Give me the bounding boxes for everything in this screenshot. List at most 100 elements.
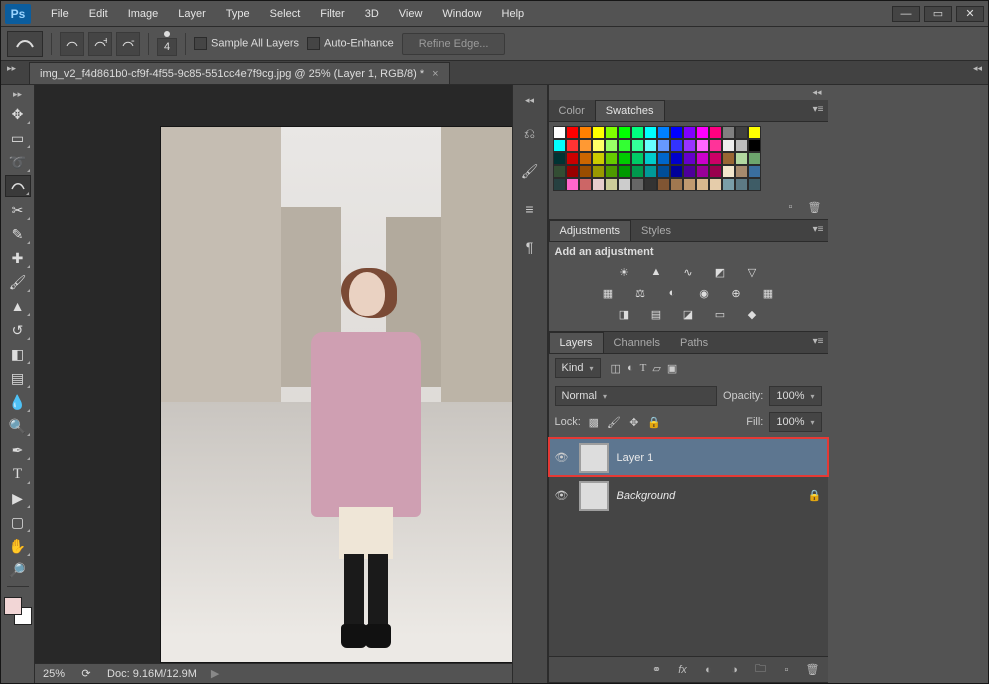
swatch[interactable] (657, 126, 670, 139)
swatch[interactable] (683, 152, 696, 165)
swatch[interactable] (657, 139, 670, 152)
visibility-toggle-icon[interactable]: 👁 (555, 451, 571, 464)
swatch[interactable] (579, 165, 592, 178)
swatch[interactable] (657, 165, 670, 178)
selective-color-icon[interactable]: ◆ (743, 308, 761, 321)
new-layer-icon[interactable]: ▫ (780, 664, 794, 676)
color-lookup-icon[interactable]: ▦ (759, 287, 777, 300)
layer-mask-icon[interactable]: ◐ (702, 664, 716, 676)
document-canvas[interactable] (161, 127, 512, 662)
opacity-field[interactable]: 100%▾ (769, 386, 821, 406)
layer-name[interactable]: Layer 1 (617, 452, 654, 464)
swatch[interactable] (683, 126, 696, 139)
swatch[interactable] (748, 165, 761, 178)
hand-tool[interactable]: ✋ (5, 535, 31, 557)
tab-channels[interactable]: Channels (604, 333, 670, 353)
filter-shape-icon[interactable]: ▱ (652, 362, 660, 375)
collapse-left-icon[interactable]: ▸▸ (7, 63, 16, 74)
tab-adjustments[interactable]: Adjustments (549, 220, 632, 241)
swatch[interactable] (709, 178, 722, 191)
swatch[interactable] (735, 139, 748, 152)
swatch[interactable] (722, 139, 735, 152)
swatch[interactable] (670, 139, 683, 152)
channel-mixer-icon[interactable]: ⊕ (727, 287, 745, 300)
tab-paths[interactable]: Paths (670, 333, 718, 353)
swatch[interactable] (579, 139, 592, 152)
quick-selection-tool[interactable] (5, 175, 31, 197)
black-white-icon[interactable]: ◐ (663, 287, 681, 300)
swatch[interactable] (696, 165, 709, 178)
swatch[interactable] (553, 139, 566, 152)
brush-panel-icon[interactable]: 🖌 (519, 160, 541, 182)
swatch[interactable] (592, 165, 605, 178)
foreground-background-colors[interactable] (4, 597, 32, 625)
filter-smart-icon[interactable]: ▣ (667, 362, 677, 375)
swatch[interactable] (579, 152, 592, 165)
tab-color[interactable]: Color (549, 101, 595, 121)
swatch[interactable] (696, 139, 709, 152)
swatch[interactable] (553, 126, 566, 139)
brush-presets-panel-icon[interactable]: ≡ (519, 198, 541, 220)
delete-layer-icon[interactable]: 🗑 (806, 663, 820, 676)
pen-tool[interactable]: ✒ (5, 439, 31, 461)
swatch[interactable] (644, 165, 657, 178)
dock-collapse-icon[interactable]: ◂◂ (525, 95, 534, 106)
paragraph-panel-icon[interactable]: ¶ (519, 236, 541, 258)
zoom-level[interactable]: 25% (43, 668, 65, 680)
zoom-tool[interactable]: 🔎 (5, 559, 31, 581)
swatch[interactable] (735, 152, 748, 165)
healing-brush-tool[interactable]: ✚ (5, 247, 31, 269)
filter-adjustment-icon[interactable]: ◐ (627, 362, 634, 375)
swatch[interactable] (748, 152, 761, 165)
new-fill-adjustment-icon[interactable]: ◑ (728, 664, 742, 676)
vibrance-icon[interactable]: ▽ (743, 266, 761, 279)
lasso-tool[interactable]: ➰ (5, 151, 31, 173)
swatch[interactable] (631, 139, 644, 152)
new-group-icon[interactable]: 🗀 (754, 660, 768, 679)
menu-edit[interactable]: Edit (79, 4, 118, 24)
auto-enhance-checkbox[interactable]: Auto-Enhance (307, 37, 394, 50)
panel-menu-icon[interactable]: ▾≡ (813, 104, 824, 115)
menu-help[interactable]: Help (492, 4, 535, 24)
menu-select[interactable]: Select (260, 4, 311, 24)
swatch[interactable] (631, 152, 644, 165)
swatch[interactable] (657, 152, 670, 165)
swatch[interactable] (644, 126, 657, 139)
clone-stamp-tool[interactable]: ▲ (5, 295, 31, 317)
swatch[interactable] (553, 165, 566, 178)
color-balance-icon[interactable]: ⚖ (631, 287, 649, 300)
window-maximize[interactable]: ▭ (924, 6, 952, 22)
layer-row[interactable]: 👁Background🔒 (549, 476, 828, 514)
menu-type[interactable]: Type (216, 4, 260, 24)
eyedropper-tool[interactable]: ✎ (5, 223, 31, 245)
swatch[interactable] (618, 152, 631, 165)
eraser-tool[interactable]: ◧ (5, 343, 31, 365)
posterize-icon[interactable]: ▤ (647, 308, 665, 321)
crop-tool[interactable]: ✂ (5, 199, 31, 221)
swatch[interactable] (644, 152, 657, 165)
tool-preset-picker[interactable] (7, 31, 43, 57)
swatch[interactable] (553, 178, 566, 191)
filter-type-icon[interactable]: T (640, 362, 647, 375)
move-tool[interactable]: ✥ (5, 103, 31, 125)
path-selection-tool[interactable]: ▶ (5, 487, 31, 509)
swatch[interactable] (683, 165, 696, 178)
swatch[interactable] (644, 178, 657, 191)
lock-position-icon[interactable]: ✥ (627, 416, 641, 429)
swatch[interactable] (735, 165, 748, 178)
layer-style-icon[interactable]: fx (676, 664, 690, 676)
document-tab[interactable]: img_v2_f4d861b0-cf9f-4f55-9c85-551cc4e7f… (29, 62, 450, 84)
window-minimize[interactable]: — (892, 6, 920, 22)
layer-thumbnail[interactable] (579, 481, 609, 511)
brush-tool[interactable]: 🖌 (5, 271, 31, 293)
foreground-color-swatch[interactable] (4, 597, 22, 615)
swatch[interactable] (566, 152, 579, 165)
status-info-icon[interactable]: ⟳ (79, 667, 93, 680)
link-layers-icon[interactable]: ⚭ (650, 663, 664, 676)
swatch[interactable] (618, 178, 631, 191)
swatch[interactable] (748, 126, 761, 139)
swatch[interactable] (605, 139, 618, 152)
layer-row[interactable]: 👁 Layer 1 (549, 438, 828, 476)
swatch[interactable] (735, 178, 748, 191)
swatch[interactable] (722, 178, 735, 191)
